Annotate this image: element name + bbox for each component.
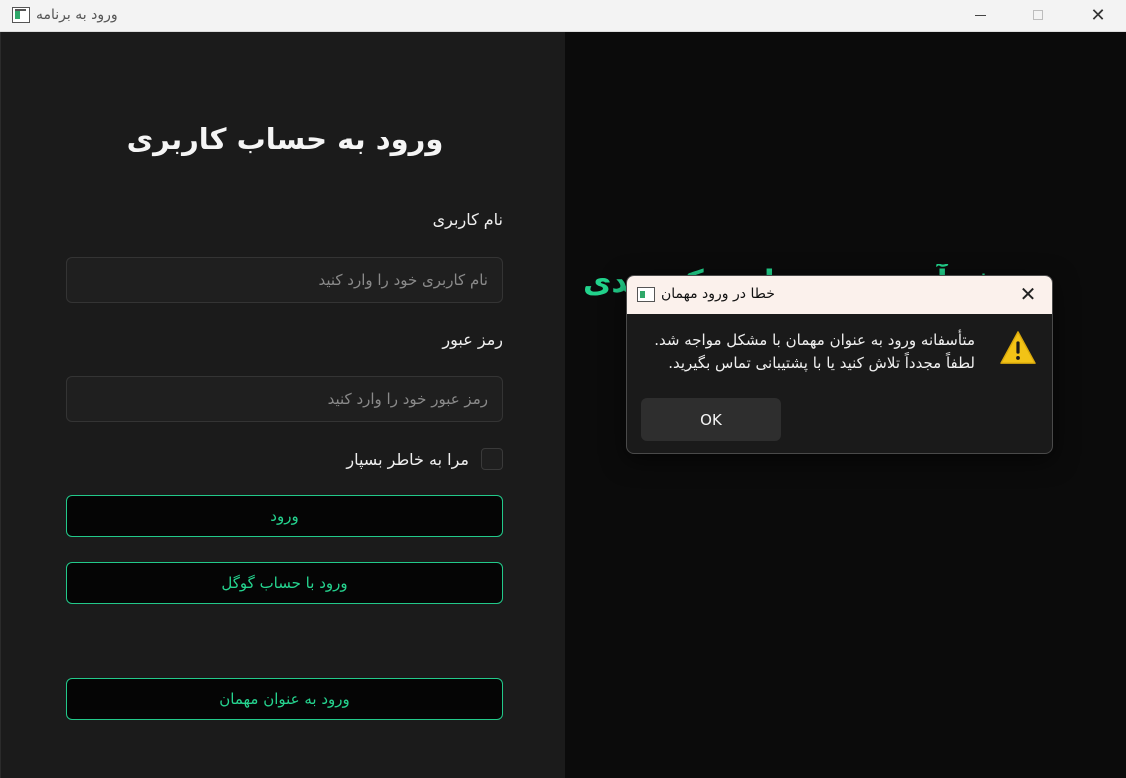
error-dialog: خطا در ورود مهمان ✕ متأسفانه ورود به عنو… [626,275,1053,454]
dialog-message-line-1: متأسفانه ورود به عنوان مهمان با مشکل موا… [654,331,975,349]
remember-me-label[interactable]: مرا به خاطر بسپار [346,450,469,469]
dialog-title: خطا در ورود مهمان [661,286,775,302]
password-label: رمز عبور [442,330,503,349]
google-login-button[interactable]: ورود با حساب گوگل [66,562,503,604]
dialog-ok-button[interactable]: OK [641,398,781,441]
maximize-button[interactable] [1008,0,1068,30]
maximize-icon [1033,10,1043,20]
dialog-message: متأسفانه ورود به عنوان مهمان با مشکل موا… [637,329,975,375]
username-label: نام کاربری [432,210,503,229]
close-icon: ✕ [1090,4,1106,26]
warning-icon [1000,331,1036,364]
minimize-icon [974,14,986,16]
window-title: ورود به برنامه [36,7,118,23]
password-input[interactable] [66,376,503,422]
page-title: ورود به حساب کاربری [126,122,444,156]
minimize-button[interactable] [950,0,1010,30]
login-panel: ورود به حساب کاربری نام کاربری رمز عبور … [0,32,565,778]
dialog-app-icon [637,287,655,302]
dialog-titlebar: خطا در ورود مهمان ✕ [627,276,1052,314]
guest-login-button[interactable]: ورود به عنوان مهمان [66,678,503,720]
dialog-message-line-2: لطفاً مجدداً تلاش کنید یا با پشتیبانی تم… [668,354,975,372]
window-titlebar: ورود به برنامه ✕ [0,0,1126,32]
login-button[interactable]: ورود [66,495,503,537]
username-input[interactable] [66,257,503,303]
remember-me-checkbox[interactable] [481,448,503,470]
window-close-button[interactable]: ✕ [1068,0,1126,30]
remember-me-row: مرا به خاطر بسپار [301,446,503,472]
app-icon [12,7,30,23]
dialog-close-button[interactable]: ✕ [1016,282,1040,306]
